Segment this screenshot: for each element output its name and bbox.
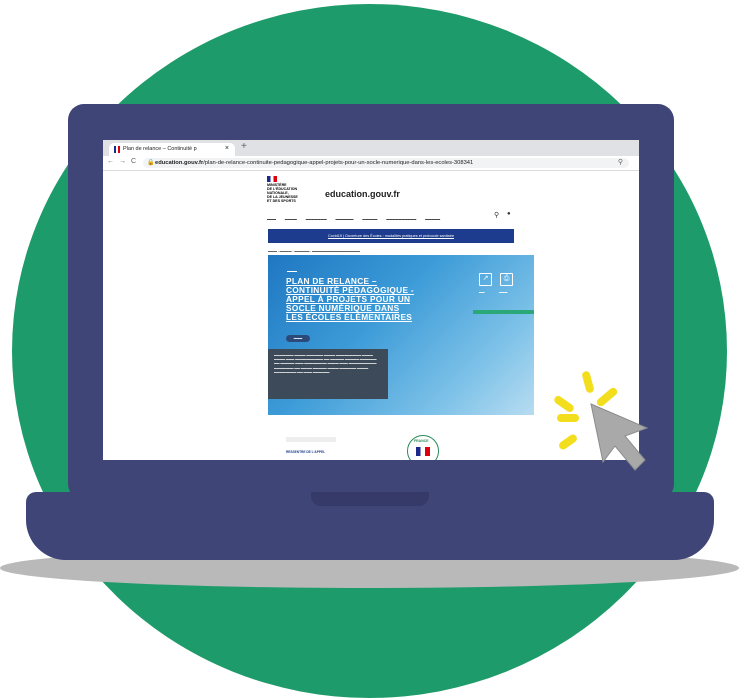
section-link[interactable]: RESSENTRE DE L'APPEL xyxy=(286,450,325,454)
lock-icon: 🔒 xyxy=(147,160,155,166)
back-button[interactable]: ← xyxy=(107,158,114,165)
badge-flag-icon xyxy=(416,447,430,456)
nav-item[interactable]: ▬▬▬▬ xyxy=(285,217,297,221)
covid-banner-link[interactable]: Covid19 | Ouverture des Écoles : modalit… xyxy=(268,229,514,243)
favicon-icon xyxy=(114,146,120,153)
section-placeholder xyxy=(286,437,336,442)
url-domain: education.gouv.fr xyxy=(155,159,204,166)
print-icon[interactable]: ⎙ xyxy=(500,273,513,286)
laptop-screen: Plan de relance – Continuité p × + ← → C… xyxy=(103,140,639,460)
new-tab-button[interactable]: + xyxy=(241,141,247,152)
nav-item[interactable]: ▬▬▬▬▬▬ xyxy=(336,217,354,221)
laptop-hinge xyxy=(311,492,429,506)
ministry-logo[interactable]: MINISTÈRE DE L'ÉDUCATION NATIONALE, DE L… xyxy=(267,176,327,203)
browser-tab[interactable]: Plan de relance – Continuité p × xyxy=(109,143,235,156)
title-line: LES ÉCOLES ÉLÉMENTAIRES xyxy=(286,312,413,322)
address-bar[interactable]: 🔒 education.gouv.fr/plan-de-relance-cont… xyxy=(143,158,629,168)
close-tab-icon[interactable]: × xyxy=(225,145,229,152)
hero-summary-box: ▬▬▬▬▬▬▬ ▬▬▬▬ ▬▬▬▬▬▬ ▬▬▬▬ ▬▬▬▬▬▬▬▬▬ ▬▬▬▬ … xyxy=(268,349,388,399)
site-title[interactable]: education.gouv.fr xyxy=(325,189,400,199)
user-icon[interactable]: ● xyxy=(507,211,511,217)
nav-item[interactable]: ▬▬▬▬▬▬▬ xyxy=(306,217,327,221)
nav-item[interactable]: ▬▬▬ xyxy=(267,217,276,221)
share-icon[interactable]: ↗ xyxy=(479,273,492,286)
nav-item[interactable]: ▬▬▬▬▬▬▬▬▬▬ xyxy=(386,217,416,221)
url-path: /plan-de-relance-continuite-pedagogique-… xyxy=(203,159,474,166)
breadcrumb: ▬▬▬ › ▬▬▬▬ › ▬▬▬▬▬ › ▬▬▬▬▬▬▬▬▬▬▬▬▬▬▬▬ xyxy=(268,249,360,253)
green-accent-bar xyxy=(473,310,534,314)
ministry-line: ET DES SPORTS xyxy=(267,199,296,203)
share-label: ▬▬ xyxy=(479,290,485,294)
reload-button[interactable]: C xyxy=(131,158,136,165)
marianne-flag-icon xyxy=(267,176,277,182)
tab-title: Plan de relance – Continuité p xyxy=(123,146,197,152)
badge-arc: FRANCE xyxy=(414,439,429,443)
nav-item[interactable]: ▬▬▬▬▬ xyxy=(425,217,440,221)
france-relance-badge: FRANCE xyxy=(407,435,439,460)
search-icon[interactable]: ⚲ xyxy=(618,158,623,166)
site-search-icon[interactable]: ⚲ xyxy=(494,211,499,219)
cursor-icon xyxy=(590,403,649,471)
hero-tag-button[interactable]: ▬▬▬ xyxy=(286,335,310,342)
hero-accent-line xyxy=(287,271,297,272)
nav-item[interactable]: ▬▬▬▬▬ xyxy=(362,217,377,221)
print-label: ▬▬▬ xyxy=(499,290,508,294)
forward-button[interactable]: → xyxy=(119,158,126,165)
page-title: PLAN DE RELANCE – CONTINUITÉ PÉDAGOGIQUE… xyxy=(286,276,436,322)
url-text: education.gouv.fr/plan-de-relance-contin… xyxy=(155,160,473,166)
sparkle-ray xyxy=(557,414,579,422)
main-navigation: ▬▬▬ ▬▬▬▬ ▬▬▬▬▬▬▬ ▬▬▬▬▬▬ ▬▬▬▬▬ ▬▬▬▬▬▬▬▬▬▬… xyxy=(267,217,507,221)
